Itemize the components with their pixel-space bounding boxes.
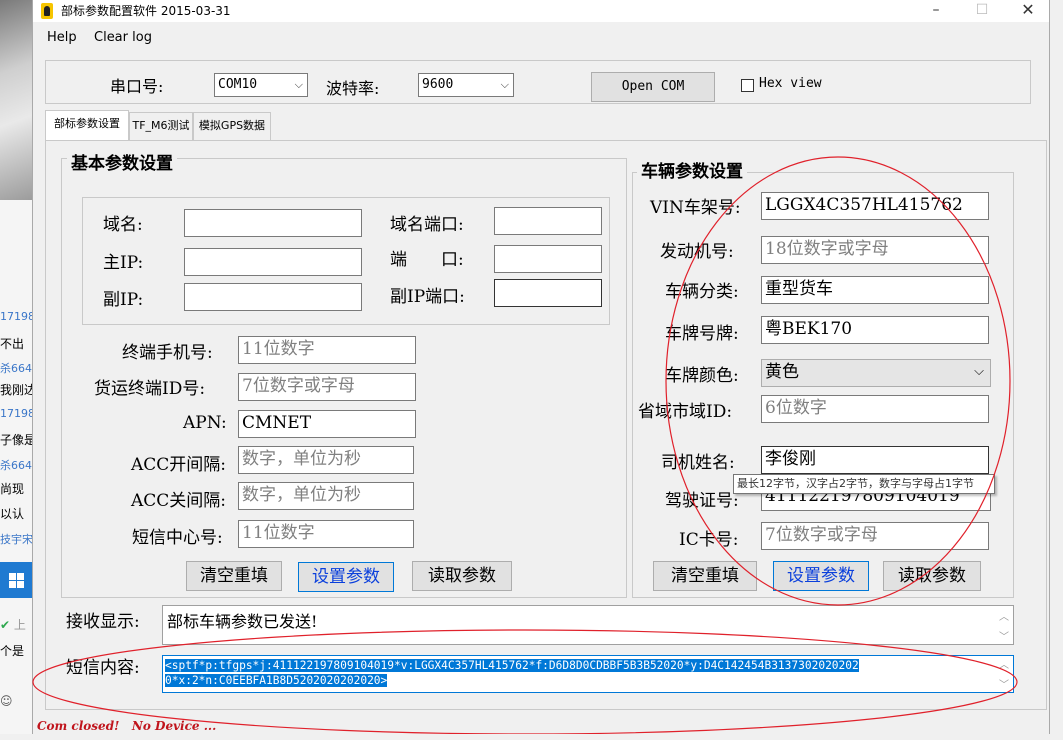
annotation-overlay: [32, 156, 1018, 734]
annotation-ellipse-vehicle: [665, 156, 1011, 606]
annotation-ellipse-sms: [32, 629, 1018, 734]
